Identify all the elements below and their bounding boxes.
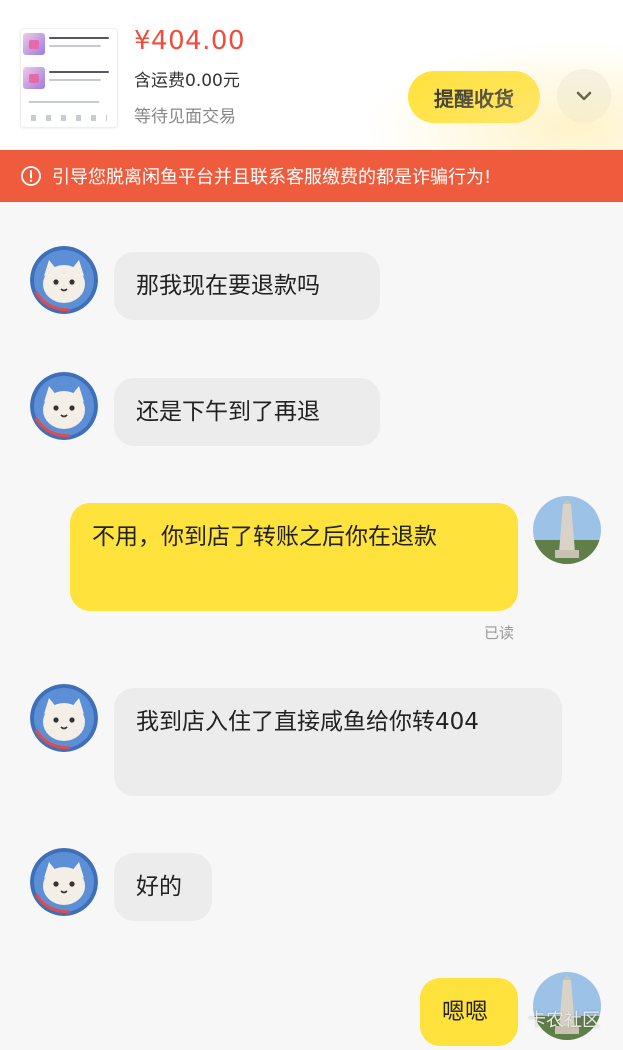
info-circle-icon [20,165,42,187]
contact-avatar[interactable] [30,684,98,752]
remind-receipt-button[interactable]: 提醒收货 [408,71,540,123]
message-text: 我到店入住了直接咸鱼给你转404 [136,709,479,735]
message-bubble-incoming[interactable]: 那我现在要退款吗 [114,252,380,320]
contact-avatar[interactable] [30,372,98,440]
contact-avatar[interactable] [30,848,98,916]
order-shipping-fee: 含运费0.00元 [134,71,240,91]
message-text: 还是下午到了再退 [136,399,320,425]
watermark: 卡农社区 [528,1010,600,1031]
message-bubble-outgoing[interactable]: 嗯嗯 [420,978,518,1046]
message-bubble-incoming[interactable]: 我到店入住了直接咸鱼给你转404 [114,688,562,796]
message-bubble-incoming[interactable]: 好的 [114,853,212,921]
message-bubble-outgoing[interactable]: 不用，你到店了转账之后你在退款 [70,503,518,611]
contact-avatar[interactable] [30,246,98,314]
fraud-warning-banner: 引导您脱离闲鱼平台并且联系客服缴费的都是诈骗行为! [0,150,623,202]
expand-button[interactable] [557,69,611,123]
product-thumbnail[interactable] [20,28,118,128]
order-status: 等待见面交易 [134,107,236,127]
read-receipt: 已读 [484,624,515,642]
order-price: ¥404.00 [134,26,246,56]
message-text: 不用，你到店了转账之后你在退款 [92,524,437,550]
chevron-down-icon [573,85,595,107]
user-avatar[interactable] [533,496,601,564]
message-text: 嗯嗯 [442,999,488,1025]
message-text: 好的 [136,874,182,900]
message-bubble-incoming[interactable]: 还是下午到了再退 [114,378,380,446]
message-text: 那我现在要退款吗 [136,273,320,299]
order-header: ¥404.00 含运费0.00元 等待见面交易 提醒收货 [0,0,623,150]
warning-text: 引导您脱离闲鱼平台并且联系客服缴费的都是诈骗行为! [52,167,492,188]
